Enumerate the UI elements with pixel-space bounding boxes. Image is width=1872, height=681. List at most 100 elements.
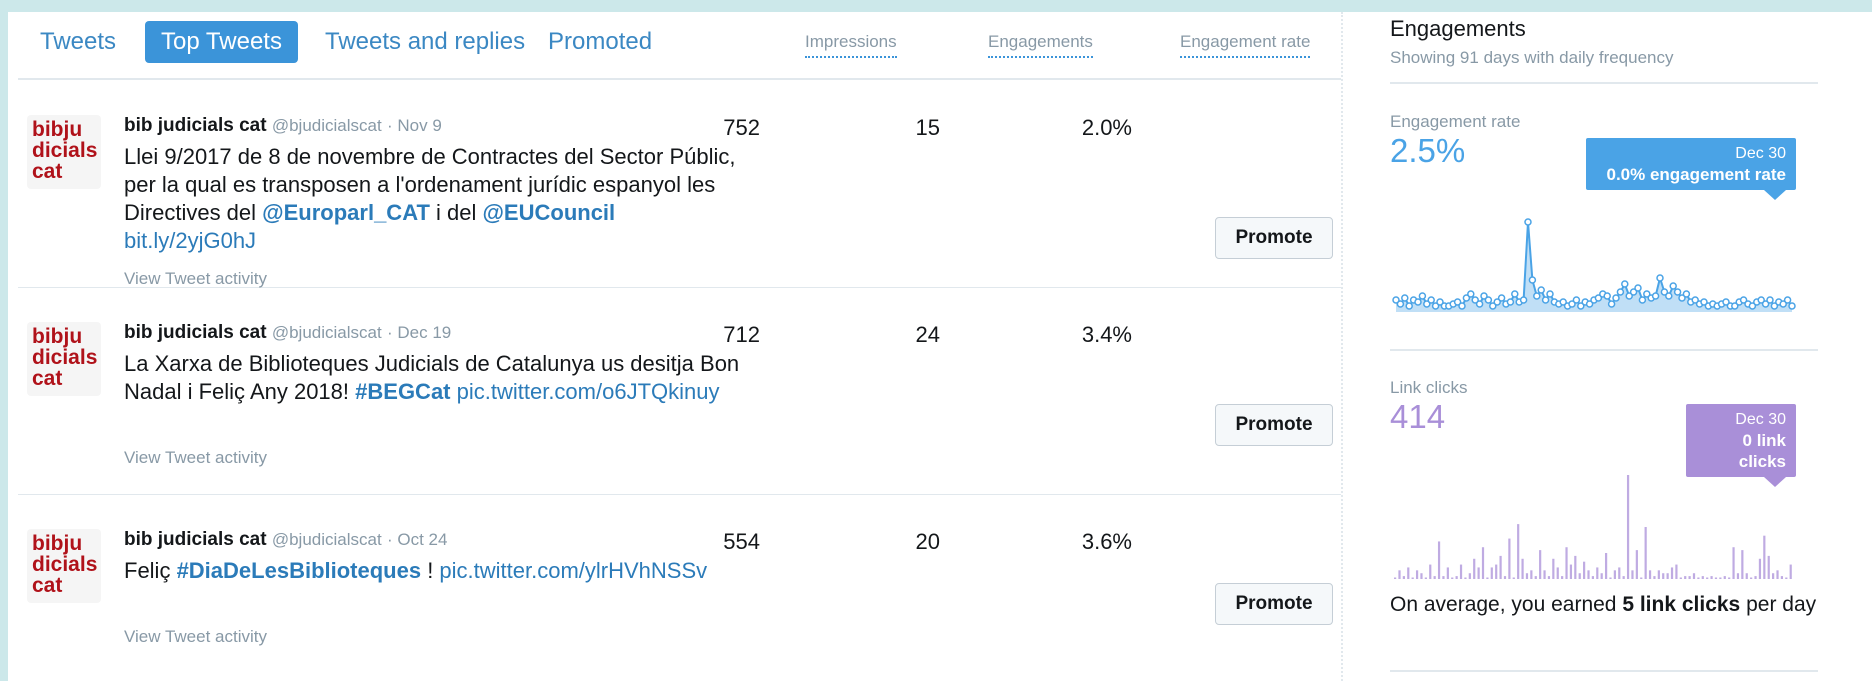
engagement-rate-chart[interactable]	[1390, 212, 1818, 322]
link-clicks-bar[interactable]	[1609, 577, 1612, 580]
engagement-rate-point[interactable]	[1458, 302, 1466, 310]
tab-top-tweets[interactable]: Top Tweets	[145, 21, 298, 63]
link-clicks-bar[interactable]	[1539, 550, 1542, 579]
link-clicks-bar[interactable]	[1583, 561, 1586, 579]
engagement-rate-point[interactable]	[1603, 292, 1611, 300]
engagement-rate-point[interactable]	[1682, 290, 1691, 298]
link-clicks-bar[interactable]	[1648, 570, 1652, 579]
view-tweet-activity-link[interactable]: View Tweet activity	[124, 627, 267, 647]
engagement-rate-point[interactable]	[1533, 292, 1541, 300]
engagement-rate-point[interactable]	[1524, 218, 1532, 226]
link-clicks-bar[interactable]	[1561, 576, 1564, 579]
link-clicks-bar[interactable]	[1789, 564, 1792, 579]
link-clicks-bar[interactable]	[1631, 570, 1634, 579]
link-clicks-bar[interactable]	[1530, 570, 1533, 579]
engagement-rate-point[interactable]	[1546, 290, 1554, 298]
link-clicks-bar[interactable]	[1411, 577, 1414, 580]
link-clicks-bar[interactable]	[1706, 577, 1709, 580]
tab-promoted[interactable]: Promoted	[532, 21, 668, 63]
link-clicks-bar[interactable]	[1785, 577, 1788, 580]
engagement-rate-point[interactable]	[1519, 296, 1528, 304]
link-clicks-bar[interactable]	[1442, 576, 1445, 579]
link-clicks-bar[interactable]	[1499, 555, 1502, 579]
link-clicks-bar[interactable]	[1407, 567, 1410, 579]
promote-button[interactable]: Promote	[1215, 404, 1333, 446]
link-clicks-bar[interactable]	[1490, 567, 1493, 579]
engagement-rate-point[interactable]	[1783, 296, 1792, 304]
column-header-engagement-rate[interactable]: Engagement rate	[1180, 32, 1311, 58]
link-clicks-bar[interactable]	[1398, 570, 1401, 579]
tweet-row[interactable]: bibju dicials cat bib judicials cat @bjudic…	[18, 495, 1341, 681]
link-clicks-bar[interactable]	[1517, 524, 1520, 579]
promote-button[interactable]: Promote	[1215, 217, 1333, 259]
author-handle[interactable]: @bjudicialscat	[272, 116, 382, 135]
column-header-impressions[interactable]: Impressions	[805, 32, 897, 58]
link-clicks-bar[interactable]	[1473, 558, 1476, 579]
engagement-rate-point[interactable]	[1414, 298, 1422, 306]
author-handle[interactable]: @bjudicialscat	[272, 323, 382, 342]
engagement-rate-point[interactable]	[1616, 288, 1625, 296]
link-clicks-bar[interactable]	[1512, 577, 1515, 580]
link-clicks-bar[interactable]	[1626, 475, 1630, 579]
author-name[interactable]: bib judicials cat	[124, 529, 267, 550]
link-clicks-bar[interactable]	[1767, 555, 1770, 579]
avatar[interactable]: bibju dicials cat	[27, 529, 101, 603]
engagement-rate-point[interactable]	[1638, 296, 1647, 304]
link-clicks-bar[interactable]	[1732, 547, 1735, 579]
engagement-rate-point[interactable]	[1528, 276, 1537, 284]
link-clicks-bar[interactable]	[1433, 576, 1436, 579]
engagement-rate-point[interactable]	[1669, 282, 1677, 290]
link-clicks-bar[interactable]	[1446, 567, 1449, 579]
engagement-rate-point[interactable]	[1541, 296, 1550, 304]
link-clicks-bar[interactable]	[1640, 577, 1643, 580]
tweet-mention-link[interactable]: #BEGCat	[355, 379, 450, 404]
tweet-date[interactable]: · Nov 9	[387, 116, 442, 135]
link-clicks-bar[interactable]	[1776, 570, 1779, 579]
tweet-mention-link[interactable]: #DiaDeLesBiblioteques	[177, 558, 422, 583]
link-clicks-bar[interactable]	[1710, 576, 1713, 579]
link-clicks-bar[interactable]	[1662, 573, 1665, 579]
avatar[interactable]: bibju dicials cat	[27, 322, 101, 396]
link-clicks-bar[interactable]	[1420, 573, 1423, 579]
view-tweet-activity-link[interactable]: View Tweet activity	[124, 269, 267, 289]
link-clicks-bar[interactable]	[1415, 570, 1419, 579]
link-clicks-bar[interactable]	[1772, 573, 1775, 579]
link-clicks-bar[interactable]	[1464, 577, 1467, 580]
link-clicks-bar[interactable]	[1688, 576, 1691, 579]
engagement-rate-point[interactable]	[1475, 300, 1484, 308]
engagement-rate-point[interactable]	[1467, 290, 1475, 298]
link-clicks-bar[interactable]	[1745, 573, 1748, 579]
tab-tweets-and-replies[interactable]: Tweets and replies	[309, 21, 541, 63]
engagement-rate-point[interactable]	[1634, 284, 1642, 292]
author-name[interactable]: bib judicials cat	[124, 115, 267, 136]
link-clicks-bar[interactable]	[1495, 564, 1498, 579]
link-clicks-bar[interactable]	[1622, 576, 1625, 579]
link-clicks-bar[interactable]	[1618, 567, 1621, 579]
avatar[interactable]: bibju dicials cat	[27, 115, 101, 189]
link-clicks-bar[interactable]	[1521, 558, 1524, 579]
link-clicks-bar[interactable]	[1543, 570, 1546, 579]
link-clicks-chart[interactable]	[1390, 467, 1818, 583]
view-tweet-activity-link[interactable]: View Tweet activity	[124, 448, 267, 468]
engagement-rate-point[interactable]	[1401, 294, 1409, 302]
link-clicks-bar[interactable]	[1591, 576, 1594, 579]
engagement-rate-point[interactable]	[1651, 292, 1660, 300]
link-clicks-bar[interactable]	[1719, 577, 1722, 580]
link-clicks-bar[interactable]	[1723, 576, 1726, 579]
tweet-mention-link[interactable]: @EUCouncil	[482, 200, 615, 225]
link-clicks-bar[interactable]	[1613, 570, 1616, 579]
link-clicks-bar[interactable]	[1429, 564, 1432, 579]
link-clicks-bar[interactable]	[1728, 577, 1731, 580]
link-clicks-bar[interactable]	[1578, 573, 1581, 579]
link-clicks-bar[interactable]	[1587, 570, 1590, 579]
link-clicks-bar[interactable]	[1486, 577, 1489, 580]
link-clicks-bar[interactable]	[1750, 577, 1753, 580]
link-clicks-bar[interactable]	[1604, 553, 1608, 579]
link-clicks-bar[interactable]	[1437, 541, 1441, 579]
engagement-rate-point[interactable]	[1621, 280, 1629, 288]
link-clicks-bar[interactable]	[1468, 573, 1471, 579]
link-clicks-bar[interactable]	[1714, 577, 1718, 580]
link-clicks-bar[interactable]	[1701, 576, 1704, 579]
engagement-rate-point[interactable]	[1612, 294, 1620, 302]
engagement-rate-point[interactable]	[1665, 292, 1673, 300]
